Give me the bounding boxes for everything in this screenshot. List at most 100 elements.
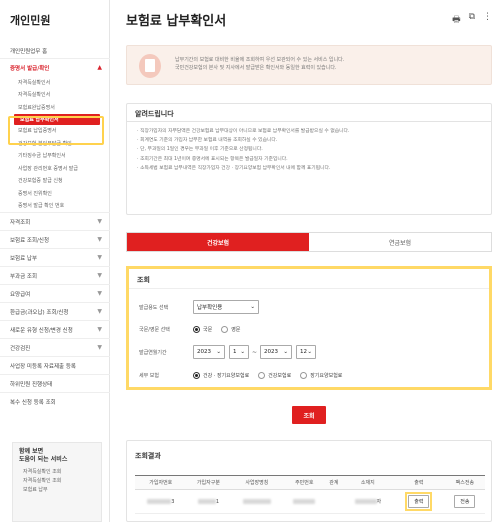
chevron-down-icon: ▼: [97, 290, 102, 297]
purpose-label: 발급용도 선택: [139, 304, 169, 311]
sidebar-item[interactable]: 하위민원 진행상태: [0, 374, 110, 392]
chevron-down-icon: ⌄: [283, 349, 289, 355]
column-header: 팩스전송: [444, 475, 485, 490]
sidebar-subitem[interactable]: 자격득실확인서: [0, 76, 110, 89]
radio-unselected-icon: [300, 371, 308, 379]
sidebar-item[interactable]: 사업장 미등록 자료제출 등록: [0, 356, 110, 374]
sidebar-item[interactable]: 복수 신청 등록 조회: [0, 392, 110, 410]
cell-resident-no: [283, 489, 326, 514]
chevron-up-icon: ▲: [97, 64, 102, 71]
column-header: 가입자번호: [135, 475, 187, 490]
radio-unselected-icon: [221, 325, 229, 333]
search-button[interactable]: 조회: [292, 406, 326, 424]
insurance-type-radio-group: 건강 · 장기요양보험료 건강보험료 장기요양보험료: [193, 371, 342, 379]
sidebar: 개인민원 개인민원업무 홈 증명서 발급/확인 ▲ 자격득실확인서 자격득실확인서 보험료…: [0, 0, 110, 522]
period-row: 발급연월기간 2023 ⌄ 1 ⌄ ~ 2023 ⌄ 12 ⌄: [139, 345, 317, 359]
sidebar-subitem[interactable]: 증명서 진위확인: [0, 187, 110, 200]
start-year-select[interactable]: 2023 ⌄: [193, 345, 225, 359]
sidebar-item[interactable]: 보험료 조회/신청 ▼: [0, 230, 110, 248]
document-icon: [139, 54, 161, 78]
insurance-type-row: 세부 보험 건강 · 장기요양보험료 건강보험료 장기요양보험료: [139, 368, 342, 382]
tab-health-insurance[interactable]: 건강보험: [127, 233, 309, 251]
sidebar-item[interactable]: 요양급여 ▼: [0, 284, 110, 302]
chevron-down-icon: ⌄: [250, 304, 255, 310]
query-title: 조회: [129, 269, 489, 289]
cell-relation: [325, 489, 343, 514]
bookmark-icon[interactable]: ⋮: [483, 12, 492, 28]
page-title: 보험료 납부확인서: [126, 14, 227, 29]
sidebar-subitem[interactable]: 건강보험증 발급 신청: [0, 175, 110, 188]
related-service-link[interactable]: 자격득실확인 조회: [19, 468, 95, 477]
column-header: 가입자구분: [186, 475, 231, 490]
sidebar-subitem[interactable]: 기타징수금 납부확인서: [0, 150, 110, 163]
radio-health[interactable]: 건강보험료: [258, 371, 291, 379]
sidebar-subitem[interactable]: 사업장 관리번호 증명서 발급: [0, 162, 110, 175]
fax-button[interactable]: 전송: [454, 495, 476, 508]
sidebar-item-label: 건강보험증 발급 신청: [18, 178, 63, 185]
cell-address: 자: [342, 489, 394, 514]
sidebar-item-label: 증명서 발급/확인: [10, 65, 50, 72]
notice-text: 납부기간의 보험료 대비한 비율에 조회하여 우선 보관되어 수 있는 서비스 …: [175, 56, 475, 72]
tab-pension-insurance[interactable]: 연금보험: [309, 233, 491, 251]
sidebar-item-label: 건강검진: [10, 345, 31, 352]
related-service-link[interactable]: 자격득실확인 조회: [19, 477, 95, 486]
chevron-down-icon: ▼: [97, 236, 102, 243]
sidebar-item-label: 증명서 진위확인: [18, 190, 52, 197]
cell-subscriber-type: 1: [186, 489, 231, 514]
sidebar-item-label: 환급금(과오납) 조회/신청: [10, 309, 69, 316]
sidebar-subitem[interactable]: 보험료완납증명서: [0, 101, 110, 114]
purpose-select[interactable]: 납부확인용 ⌄: [193, 300, 259, 314]
column-header: 사업장명칭: [230, 475, 284, 490]
sidebar-item[interactable]: 환급금(과오납) 조회/신청 ▼: [0, 302, 110, 320]
info-item: · 직장가입자의 자부담액은 건강보험료 납부대상이 아니므로 보험료 납부확인…: [137, 129, 350, 134]
radio-unselected-icon: [258, 371, 266, 379]
radio-ltc[interactable]: 장기요양보험료: [300, 371, 342, 379]
results-table: 가입자번호 가입자구분 사업장명칭 주민번호 관계 소재지 출력 팩스전송 3 …: [135, 475, 485, 514]
cell-print: 출력: [393, 489, 445, 514]
sidebar-item[interactable]: 새로운 유형 신청/변경 신청 ▼: [0, 320, 110, 338]
column-header: 주민번호: [283, 475, 326, 490]
sidebar-item[interactable]: 개인민원업무 홈: [0, 44, 110, 58]
range-separator: ~: [252, 348, 258, 356]
sidebar-item[interactable]: 증명서 발급/확인 ▲: [0, 58, 110, 76]
chevron-down-icon: ▼: [97, 254, 102, 261]
sidebar-subitem[interactable]: 자격득실확인서: [0, 89, 110, 102]
info-list: · 직장가입자의 자부담액은 건강보험료 납부대상이 아니므로 보험료 납부확인…: [127, 122, 491, 178]
sidebar-item[interactable]: 부과금 조회 ▼: [0, 266, 110, 284]
purpose-row: 발급용도 선택 납부확인용 ⌄: [139, 300, 259, 314]
sidebar-item-label: 기타징수금 납부확인서: [18, 153, 66, 160]
sidebar-item[interactable]: 자격조회 ▼: [0, 212, 110, 230]
end-month-select[interactable]: 12 ⌄: [296, 345, 317, 359]
table-header-row: 가입자번호 가입자구분 사업장명칭 주민번호 관계 소재지 출력 팩스전송: [135, 475, 485, 490]
language-radio-group: 국문 영문: [193, 325, 240, 333]
print-icon[interactable]: 🖶: [452, 12, 461, 28]
sidebar-item[interactable]: 보험료 납부 ▼: [0, 248, 110, 266]
sidebar-subitem[interactable]: 증명서 발급 확인 번호: [0, 200, 110, 213]
radio-korean[interactable]: 국문: [193, 325, 212, 333]
results-panel: 조회결과 가입자번호 가입자구분 사업장명칭 주민번호 관계 소재지 출력 팩스…: [126, 440, 492, 522]
radio-english[interactable]: 영문: [221, 325, 240, 333]
notice-line-2: 국민건강보험의 본사 및 지사에서 발급받은 확인서와 동일한 효력이 있습니다…: [175, 65, 337, 71]
share-icon[interactable]: ⧉: [469, 12, 475, 28]
related-service-link[interactable]: 보험료 납부: [19, 486, 95, 495]
sidebar-item[interactable]: 건강검진 ▼: [0, 338, 110, 356]
related-services-title-1: 함께 보면: [19, 448, 44, 455]
sidebar-item-label: 자격득실확인서: [18, 79, 51, 86]
chevron-down-icon: ▼: [97, 326, 102, 333]
sidebar-item-label: 증명서 발급 확인 번호: [18, 203, 65, 210]
sidebar-item-label: 부과금 조회: [10, 273, 38, 280]
start-month-select[interactable]: 1 ⌄: [229, 345, 249, 359]
cell-subscriber-no: 3: [135, 489, 187, 514]
end-year-select[interactable]: 2023 ⌄: [260, 345, 293, 359]
sidebar-item-label: 하위민원 진행상태: [10, 381, 53, 388]
chevron-down-icon: ▼: [97, 308, 102, 315]
sidebar-item-label: 요양급여: [10, 291, 31, 298]
column-header: 출력: [393, 475, 445, 490]
chevron-down-icon: ▼: [97, 218, 102, 225]
info-box: 알려드립니다 · 직장가입자의 자부담액은 건강보험료 납부대상이 아니므로 보…: [126, 103, 492, 215]
column-header: 소재지: [342, 475, 394, 490]
radio-health-ltc[interactable]: 건강 · 장기요양보험료: [193, 371, 249, 379]
related-services-title-2: 도움이 되는 서비스: [19, 456, 68, 463]
cell-workplace: [230, 489, 284, 514]
print-button[interactable]: 출력: [408, 495, 430, 508]
